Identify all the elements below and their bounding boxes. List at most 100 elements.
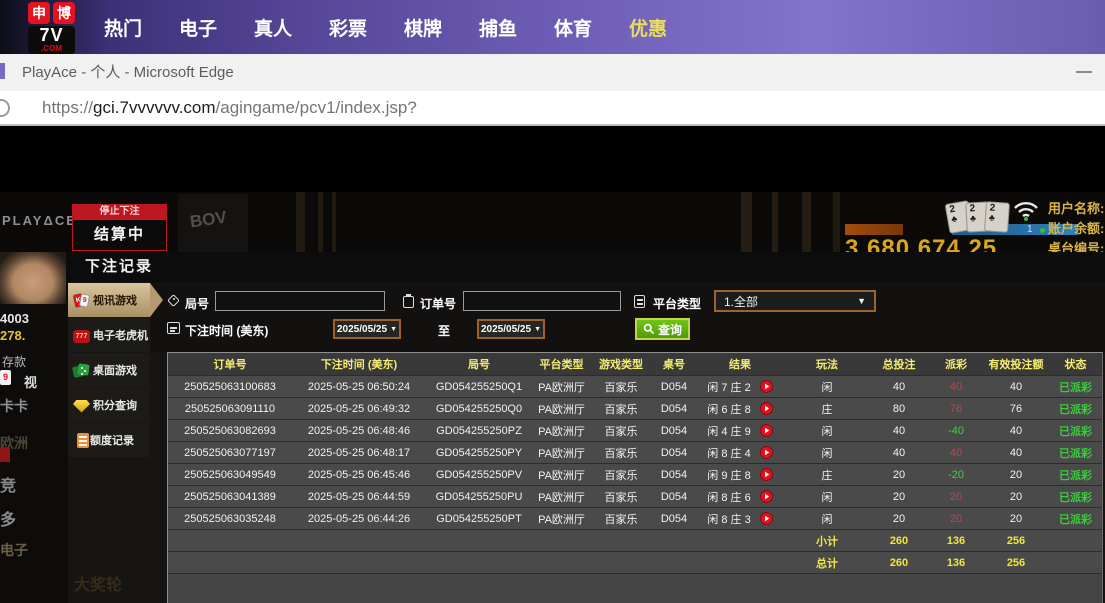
nav-item-promo[interactable]: 优惠 bbox=[628, 14, 668, 41]
slot-777-icon: 777 bbox=[73, 330, 90, 343]
banker-bet-bar bbox=[845, 224, 903, 235]
grand-total-valid: 256 bbox=[985, 552, 1047, 573]
table-row: 250525063041389 2025-05-25 06:44:59 GD05… bbox=[168, 486, 1102, 508]
order-input[interactable] bbox=[463, 291, 621, 311]
logo-tile-2: 博 bbox=[53, 2, 75, 24]
url-text[interactable]: https://gci.7vvvvvv.com/agingame/pcv1/in… bbox=[42, 91, 417, 124]
pillar-fragment bbox=[833, 192, 840, 252]
payout-value: -40 bbox=[927, 420, 985, 441]
gem-icon bbox=[73, 400, 90, 413]
nav-item-lottery[interactable]: 彩票 bbox=[328, 14, 368, 41]
minimize-button[interactable] bbox=[1062, 54, 1105, 91]
platform-selected-value: 1.全部 bbox=[724, 293, 758, 310]
bet-time-label: 下注时间 (美东) bbox=[185, 322, 268, 339]
status-badge: 已派彩 bbox=[1047, 486, 1104, 507]
table-number-label: 桌台编号: bbox=[1048, 238, 1104, 252]
site-logo[interactable]: 申 博 7V .COM bbox=[28, 2, 78, 54]
table-row: 250525063100683 2025-05-25 06:50:24 GD05… bbox=[168, 376, 1102, 398]
playace-logo: PLAYΔCE bbox=[2, 213, 77, 228]
balance-label: 账户余额: bbox=[1048, 218, 1104, 237]
status-badge: 已派彩 bbox=[1047, 508, 1104, 529]
site-nav-items: 热门 电子 真人 彩票 棋牌 捕鱼 体育 优惠 bbox=[103, 0, 668, 54]
table-row: 250525063035248 2025-05-25 06:44:26 GD05… bbox=[168, 508, 1102, 530]
status-badge: 已派彩 bbox=[1047, 376, 1104, 397]
black-band bbox=[0, 128, 1105, 192]
address-bar[interactable]: https://gci.7vvvvvv.com/agingame/pcv1/in… bbox=[0, 91, 1105, 126]
dice-icon bbox=[73, 362, 90, 379]
fragment-deposit: 存款 bbox=[2, 353, 26, 370]
result-text: 闲 9 庄 8 bbox=[707, 467, 750, 483]
online-dot bbox=[1040, 228, 1045, 233]
nav-item-hot[interactable]: 热门 bbox=[103, 14, 143, 41]
fragment-kaka: 卡卡 bbox=[0, 396, 28, 416]
nav-item-board[interactable]: 棋牌 bbox=[403, 14, 443, 41]
fragment-video-tab: 视 bbox=[24, 372, 37, 391]
replay-video-icon[interactable] bbox=[760, 424, 773, 437]
fragment-red-patch bbox=[0, 448, 10, 462]
subtotal-total: 260 bbox=[871, 530, 927, 551]
bet-records-popup: 下注记录 K9 视讯游戏 777 电子老虎机 桌面游戏 bbox=[68, 252, 1105, 603]
fragment-balance: 278. bbox=[0, 328, 25, 343]
nav-item-sports[interactable]: 体育 bbox=[553, 14, 593, 41]
username-label: 用户名称: bbox=[1048, 198, 1104, 217]
status-badge: 已派彩 bbox=[1047, 464, 1104, 485]
pillar-fragment bbox=[296, 192, 305, 252]
pillar-fragment bbox=[741, 192, 752, 252]
sidebar-item-table-games[interactable]: 桌面游戏 bbox=[68, 353, 150, 387]
result-text: 闲 8 庄 3 bbox=[707, 511, 750, 527]
pillar-fragment bbox=[802, 192, 811, 252]
to-label: 至 bbox=[438, 322, 450, 339]
nav-item-live[interactable]: 真人 bbox=[253, 14, 293, 41]
date-from-picker[interactable]: 2025/05/25 ▼ bbox=[333, 319, 401, 339]
sidebar-item-slots[interactable]: 777 电子老虎机 bbox=[68, 318, 150, 352]
balance-amount: 3,680,674.25 bbox=[845, 235, 997, 252]
table-header-row: 订单号 下注时间 (美东) 局号 平台类型 游戏类型 桌号 结果 玩法 总投注 … bbox=[168, 353, 1102, 376]
payout-value: -20 bbox=[927, 464, 985, 485]
stop-betting-banner: 停止下注 bbox=[72, 204, 167, 220]
status-badge: 已派彩 bbox=[1047, 398, 1104, 419]
popup-sidebar: K9 视讯游戏 777 电子老虎机 桌面游戏 积分查询 bbox=[68, 283, 150, 458]
sidebar-item-points[interactable]: 积分查询 bbox=[68, 388, 150, 422]
date-to-picker[interactable]: 2025/05/25 ▼ bbox=[477, 319, 545, 339]
bet-records-table: 订单号 下注时间 (美东) 局号 平台类型 游戏类型 桌号 结果 玩法 总投注 … bbox=[167, 352, 1103, 603]
popup-header: 下注记录 bbox=[68, 252, 1105, 282]
card-icon: 9 bbox=[0, 370, 11, 385]
nav-item-fishing[interactable]: 捕鱼 bbox=[478, 14, 518, 41]
round-label: 局号 bbox=[185, 295, 209, 312]
platform-select[interactable]: 1.全部 ▼ bbox=[714, 290, 876, 312]
page-info-icon[interactable] bbox=[0, 99, 10, 117]
pillar-fragment bbox=[318, 192, 323, 252]
platform-label: 平台类型 bbox=[653, 295, 701, 312]
round-input[interactable] bbox=[215, 291, 385, 311]
nav-item-slots[interactable]: 电子 bbox=[178, 14, 218, 41]
sidebar-item-live-games[interactable]: K9 视讯游戏 bbox=[68, 283, 150, 317]
fragment-jing: 竞 bbox=[0, 472, 16, 496]
query-button[interactable]: 查询 bbox=[635, 318, 690, 340]
dealt-cards: 2♣ 2♣ 2♣ bbox=[952, 202, 1009, 232]
watermark-text: 大奖轮 bbox=[74, 571, 122, 595]
sidebar-item-credit-records[interactable]: 额度记录 bbox=[68, 423, 150, 457]
cards-icon: K9 bbox=[73, 292, 90, 309]
table-body: 250525063100683 2025-05-25 06:50:24 GD05… bbox=[168, 376, 1102, 530]
grand-total-total: 260 bbox=[871, 552, 927, 573]
payout-value: 40 bbox=[927, 442, 985, 463]
replay-video-icon[interactable] bbox=[760, 468, 773, 481]
fragment-dianzi: 电子 bbox=[0, 540, 28, 560]
payout-value: 20 bbox=[927, 486, 985, 507]
result-text: 闲 4 庄 9 bbox=[707, 423, 750, 439]
game-background-strip: PLAYΔCE 停止下注 结算中 BOV 2♣ 2♣ 2♣ 3,680,674.… bbox=[0, 192, 1105, 252]
popup-title: 下注记录 bbox=[85, 252, 153, 282]
replay-video-icon[interactable] bbox=[760, 446, 773, 459]
screen: 申 博 7V .COM 热门 电子 真人 彩票 棋牌 捕鱼 体育 优惠 Play… bbox=[0, 0, 1105, 603]
subtotal-payout: 136 bbox=[927, 530, 985, 551]
replay-video-icon[interactable] bbox=[760, 402, 773, 415]
replay-video-icon[interactable] bbox=[760, 512, 773, 525]
payout-value: 76 bbox=[927, 398, 985, 419]
replay-video-icon[interactable] bbox=[760, 380, 773, 393]
replay-video-icon[interactable] bbox=[760, 490, 773, 503]
result-text: 闲 7 庄 2 bbox=[707, 379, 750, 395]
minimize-icon bbox=[1076, 71, 1092, 73]
order-label: 订单号 bbox=[420, 295, 456, 312]
grand-total-label: 总计 bbox=[783, 552, 871, 573]
document-icon bbox=[77, 433, 89, 448]
